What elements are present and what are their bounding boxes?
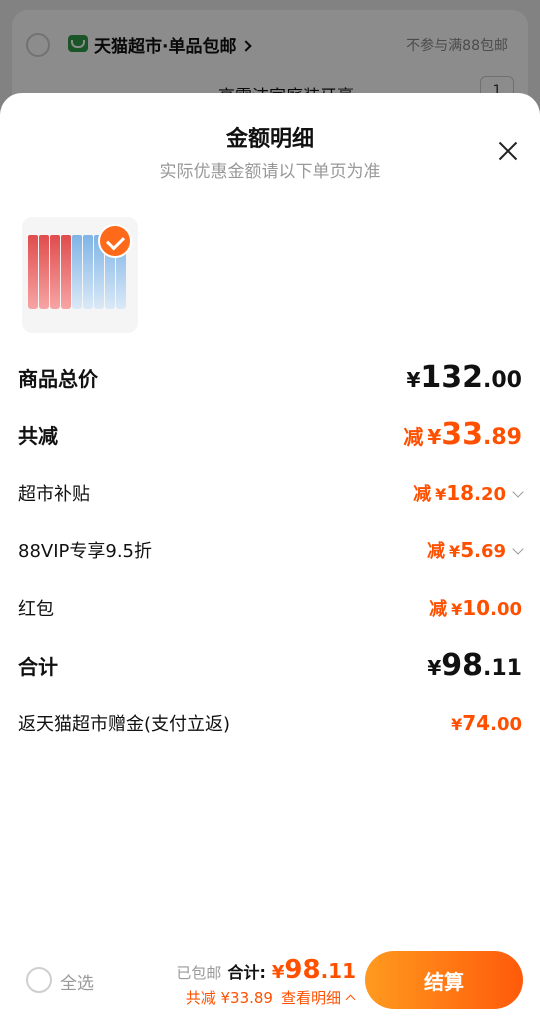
amount-integer: 98 xyxy=(441,647,484,683)
total-integer: 98 xyxy=(284,955,321,985)
checkout-button[interactable]: 结算 xyxy=(365,951,523,1009)
row-cashback: 返天猫超市赠金(支付立返) ¥74.00 xyxy=(18,703,522,743)
price-detail-sheet: 金额明细 实际优惠金额请以下单页为准 商品总价 ¥132.00 共减 减 ¥33.… xyxy=(0,93,540,943)
row-label: 合计 xyxy=(18,654,58,679)
row-label: 超市补贴 xyxy=(18,484,90,505)
row-supermarket-subsidy[interactable]: 超市补贴 减 ¥18.20 xyxy=(18,473,524,513)
amount-integer: 5 xyxy=(460,538,475,562)
currency-symbol: ¥ xyxy=(435,485,447,504)
discount-prefix: 减 xyxy=(403,424,424,449)
amount-integer: 18 xyxy=(446,481,475,505)
total-label: 合计: xyxy=(227,963,266,982)
sheet-title: 金额明细 xyxy=(225,127,314,152)
discount-prefix: 减 xyxy=(427,541,446,562)
currency-symbol: ¥ xyxy=(449,542,461,561)
row-amount: ¥74.00 xyxy=(451,711,522,735)
amount-decimal: .11 xyxy=(483,655,522,681)
row-label: 共减 xyxy=(18,423,58,448)
discount-prefix: 减 xyxy=(413,484,432,505)
amount-decimal: .00 xyxy=(490,714,522,735)
amount-integer: 132 xyxy=(420,359,484,395)
free-shipping-label: 已包邮 xyxy=(176,964,222,982)
total-decimal: .11 xyxy=(320,959,356,983)
amount-decimal: .00 xyxy=(483,367,522,393)
selected-check-icon xyxy=(98,224,132,258)
row-grand-total: 合计 ¥98.11 xyxy=(18,645,522,685)
checkout-bar: 全选 已包邮 合计: ¥98.11 共减 ¥33.89 查看明细 结算 xyxy=(0,943,540,1019)
row-red-packet: 红包 减 ¥10.00 xyxy=(18,588,522,628)
row-amount: 减 ¥18.20 xyxy=(413,480,524,506)
row-goods-total: 商品总价 ¥132.00 xyxy=(18,357,522,397)
saved-amount-text: 共减 ¥33.89 xyxy=(185,989,273,1007)
row-label: 返天猫超市赠金(支付立返) xyxy=(18,714,231,735)
amount-decimal: .20 xyxy=(474,484,506,505)
total-summary: 已包邮 合计: ¥98.11 xyxy=(176,955,356,985)
row-88vip-discount[interactable]: 88VIP专享9.5折 减 ¥5.69 xyxy=(18,530,524,570)
currency-symbol: ¥ xyxy=(427,424,442,449)
row-label: 红包 xyxy=(18,599,54,620)
chevron-up-icon[interactable] xyxy=(345,994,356,1005)
currency-symbol: ¥ xyxy=(427,655,442,680)
row-amount: 减 ¥10.00 xyxy=(429,595,522,621)
sheet-subtitle: 实际优惠金额请以下单页为准 xyxy=(159,162,381,182)
discount-prefix: 减 xyxy=(429,599,448,620)
amount-decimal: .00 xyxy=(490,599,522,620)
select-all-radio[interactable] xyxy=(26,967,52,993)
row-amount: 减 ¥5.69 xyxy=(427,537,524,563)
chevron-down-icon[interactable] xyxy=(512,486,524,498)
amount-decimal: .69 xyxy=(474,541,506,562)
row-amount: 减 ¥33.89 xyxy=(403,417,522,452)
chevron-down-icon[interactable] xyxy=(512,543,524,555)
currency-symbol: ¥ xyxy=(451,715,463,734)
currency-symbol: ¥ xyxy=(451,600,463,619)
row-amount: ¥98.11 xyxy=(427,648,522,683)
amount-decimal: .89 xyxy=(483,424,522,450)
row-amount: ¥132.00 xyxy=(406,360,522,395)
amount-integer: 10 xyxy=(462,596,491,620)
row-label: 88VIP专享9.5折 xyxy=(18,541,153,562)
amount-integer: 33 xyxy=(441,416,484,452)
close-icon[interactable] xyxy=(494,137,522,165)
view-details-link[interactable]: 查看明细 xyxy=(281,987,341,1008)
select-all-label[interactable]: 全选 xyxy=(60,969,94,994)
currency-symbol: ¥ xyxy=(271,962,285,983)
amount-integer: 74 xyxy=(462,711,491,735)
row-label: 商品总价 xyxy=(18,366,98,391)
row-total-discount: 共减 减 ¥33.89 xyxy=(18,414,522,454)
discount-summary[interactable]: 共减 ¥33.89 查看明细 xyxy=(185,987,356,1008)
currency-symbol: ¥ xyxy=(406,367,421,392)
